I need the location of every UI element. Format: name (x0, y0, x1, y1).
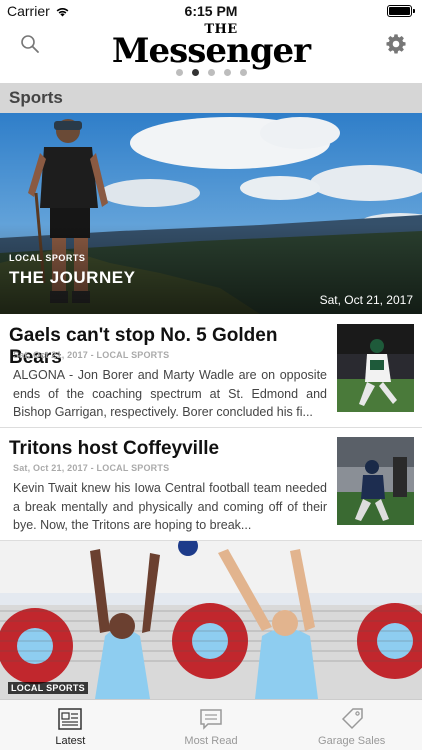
story-card-image[interactable] (0, 541, 422, 699)
logo-the: THE (204, 22, 238, 37)
hero-title: THE JOURNEY (9, 268, 136, 287)
page-dot[interactable] (175, 69, 183, 76)
tab-garage-sales[interactable]: Garage Sales (281, 700, 422, 750)
search-icon (21, 35, 39, 53)
tab-bar: Latest Most Read Garage Sales (0, 699, 422, 750)
tab-label: Most Read (184, 735, 238, 747)
page-dot[interactable] (223, 69, 231, 76)
story-category-badge: LOCAL SPORTS (8, 682, 88, 694)
page-indicator[interactable] (0, 69, 422, 76)
gear-icon (386, 34, 406, 54)
status-left: Carrier (7, 3, 70, 19)
message-icon (200, 709, 222, 730)
search-button[interactable] (18, 32, 42, 56)
article-thumbnail (337, 437, 414, 525)
section-title: Sports (9, 88, 63, 107)
logo-main: Messenger (111, 31, 311, 71)
article-meta: Sat, Oct 21, 2017 - LOCAL SPORTS (13, 463, 170, 473)
status-bar: Carrier 6:15 PM (0, 0, 422, 22)
article-title: Tritons host Coffeyville (9, 438, 220, 459)
carrier-label: Carrier (7, 3, 50, 19)
article-row[interactable]: Tritons host Coffeyville Sat, Oct 21, 20… (0, 428, 422, 541)
hero-story[interactable]: LOCAL SPORTS THE JOURNEY Sat, Oct 21, 20… (0, 113, 422, 314)
article-title: Gaels can't stop No. 5 Golden Bears (9, 325, 278, 368)
battery-icon (387, 5, 415, 17)
section-header: Sports (0, 83, 422, 113)
page-dot[interactable] (239, 69, 247, 76)
article-summary: ALGONA - Jon Borer and Marty Wadle are o… (13, 368, 327, 419)
article-summary: Kevin Twait knew his Iowa Central footba… (13, 481, 327, 532)
tab-label: Latest (55, 735, 86, 747)
wifi-icon (56, 7, 69, 16)
article-row[interactable]: Gaels can't stop No. 5 Golden Bears Sat,… (0, 315, 422, 428)
hero-category: LOCAL SPORTS (9, 253, 86, 263)
article-meta: Sat, Oct 21, 2017 - LOCAL SPORTS (13, 350, 170, 360)
page-dot-active[interactable] (191, 69, 199, 76)
tab-latest[interactable]: Latest (0, 700, 141, 750)
tag-icon (341, 708, 363, 730)
tab-label: Garage Sales (318, 735, 386, 747)
app-logo: THE Messenger (0, 22, 422, 71)
tab-most-read[interactable]: Most Read (141, 700, 282, 750)
hero-date: Sat, Oct 21, 2017 (319, 293, 413, 307)
article-thumbnail (337, 324, 414, 412)
settings-button[interactable] (384, 32, 408, 56)
volleyball-image (0, 541, 422, 699)
nav-bar: THE Messenger (0, 22, 422, 71)
newspaper-icon (58, 708, 83, 730)
page-dot[interactable] (207, 69, 215, 76)
